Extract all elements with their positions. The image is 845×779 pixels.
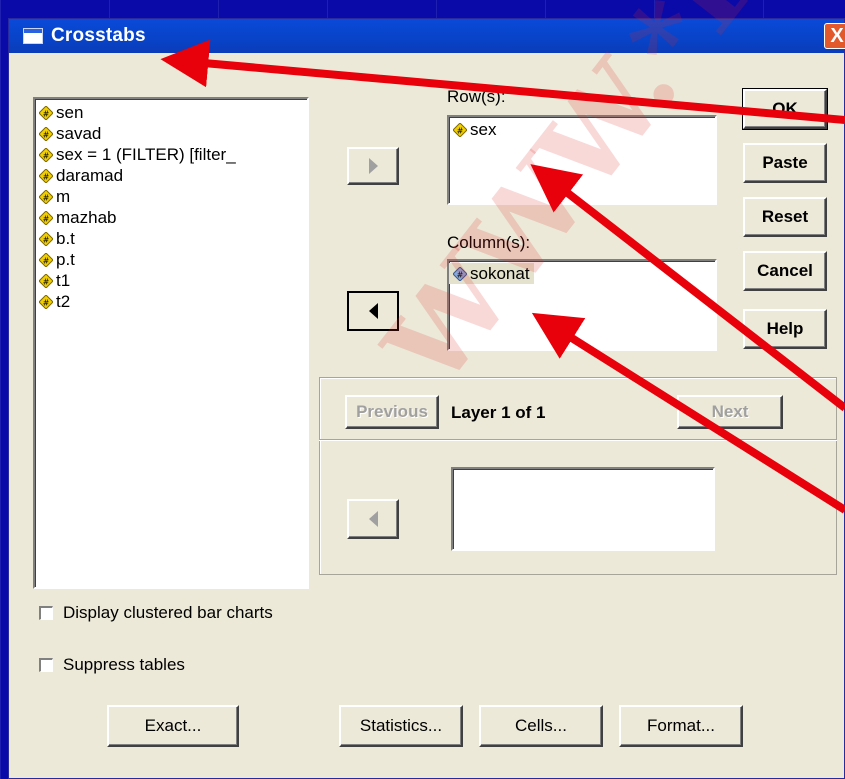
variable-name: t1 bbox=[56, 271, 71, 290]
next-layer-button[interactable]: Next bbox=[677, 395, 783, 429]
window-icon bbox=[23, 28, 43, 44]
variable-name: sokonat bbox=[470, 264, 530, 283]
variable-name: daramad bbox=[56, 166, 124, 185]
variable-name: sen bbox=[56, 103, 84, 122]
statistics-button[interactable]: Statistics... bbox=[339, 705, 463, 747]
scale-variable-icon: # bbox=[39, 127, 53, 141]
svg-text:#: # bbox=[43, 152, 50, 161]
variable-list[interactable]: # sen # savad # sex = 1 (FILTER) [filter_ # dar… bbox=[33, 97, 309, 589]
variable-name: mazhab bbox=[56, 208, 117, 227]
columns-label: Column(s): bbox=[447, 233, 531, 252]
variable-name: m bbox=[56, 187, 71, 206]
arrow-right-icon bbox=[368, 158, 378, 174]
scale-variable-icon: # bbox=[39, 253, 53, 267]
move-from-columns-button[interactable] bbox=[347, 291, 399, 331]
svg-text:#: # bbox=[43, 194, 50, 203]
variable-name: p.t bbox=[56, 250, 75, 269]
variable-name: sex = 1 (FILTER) [filter_ bbox=[56, 145, 236, 164]
svg-text:#: # bbox=[43, 110, 50, 119]
reset-button[interactable]: Reset bbox=[743, 197, 827, 237]
suppress-tables-label: Suppress tables bbox=[63, 655, 185, 674]
svg-text:#: # bbox=[43, 173, 50, 182]
list-item[interactable]: # sokonat bbox=[449, 263, 715, 284]
help-button[interactable]: Help bbox=[743, 309, 827, 349]
svg-text:#: # bbox=[457, 127, 464, 136]
move-to-rows-button[interactable] bbox=[347, 147, 399, 185]
rows-list[interactable]: # sex bbox=[447, 115, 717, 205]
variable-name: b.t bbox=[56, 229, 75, 248]
variable-name: savad bbox=[56, 124, 102, 143]
clustered-bar-charts-label: Display clustered bar charts bbox=[63, 603, 273, 622]
checkbox-box[interactable] bbox=[39, 606, 53, 620]
list-item[interactable]: # savad bbox=[35, 123, 307, 144]
clustered-bar-charts-checkbox[interactable]: Display clustered bar charts bbox=[39, 603, 273, 623]
list-item[interactable]: # sex bbox=[449, 119, 715, 140]
list-item[interactable]: # sen bbox=[35, 102, 307, 123]
svg-text:#: # bbox=[43, 278, 50, 287]
nominal-variable-icon: # bbox=[453, 267, 467, 281]
suppress-tables-checkbox[interactable]: Suppress tables bbox=[39, 655, 185, 675]
arrow-left-icon bbox=[368, 511, 378, 527]
list-item[interactable]: # t2 bbox=[35, 291, 307, 312]
move-to-layer-button[interactable] bbox=[347, 499, 399, 539]
cells-button[interactable]: Cells... bbox=[479, 705, 603, 747]
checkbox-box[interactable] bbox=[39, 658, 53, 672]
svg-text:#: # bbox=[43, 299, 50, 308]
scale-variable-icon: # bbox=[39, 274, 53, 288]
scale-variable-icon: # bbox=[39, 148, 53, 162]
layer-divider bbox=[319, 439, 837, 440]
scale-variable-icon: # bbox=[453, 123, 467, 137]
dialog-title: Crosstabs bbox=[51, 25, 146, 46]
scale-variable-icon: # bbox=[39, 211, 53, 225]
close-button[interactable]: X bbox=[824, 23, 845, 49]
ok-button[interactable]: OK bbox=[742, 88, 828, 130]
svg-text:#: # bbox=[43, 131, 50, 140]
previous-layer-button[interactable]: Previous bbox=[345, 395, 439, 429]
cancel-button[interactable]: Cancel bbox=[743, 251, 827, 291]
variable-name: t2 bbox=[56, 292, 71, 311]
arrow-left-icon bbox=[368, 303, 378, 319]
close-icon: X bbox=[830, 25, 844, 47]
svg-text:#: # bbox=[43, 215, 50, 224]
scale-variable-icon: # bbox=[39, 232, 53, 246]
list-item[interactable]: # m bbox=[35, 186, 307, 207]
scale-variable-icon: # bbox=[39, 295, 53, 309]
exact-button[interactable]: Exact... bbox=[107, 705, 239, 747]
crosstabs-dialog: Crosstabs X # sen # savad # sex = 1 (FILTER) … bbox=[8, 18, 845, 779]
format-button[interactable]: Format... bbox=[619, 705, 743, 747]
layer-list[interactable] bbox=[451, 467, 715, 551]
rows-label: Row(s): bbox=[447, 87, 506, 106]
list-item[interactable]: # p.t bbox=[35, 249, 307, 270]
svg-text:#: # bbox=[457, 271, 464, 280]
list-item[interactable]: # b.t bbox=[35, 228, 307, 249]
scale-variable-icon: # bbox=[39, 106, 53, 120]
variable-name: sex bbox=[470, 120, 497, 139]
title-bar[interactable]: Crosstabs X bbox=[9, 19, 845, 53]
svg-text:#: # bbox=[43, 257, 50, 266]
scale-variable-icon: # bbox=[39, 169, 53, 183]
list-item[interactable]: # sex = 1 (FILTER) [filter_ bbox=[35, 144, 307, 165]
layer-status: Layer 1 of 1 bbox=[451, 403, 546, 422]
paste-button[interactable]: Paste bbox=[743, 143, 827, 183]
list-item[interactable]: # t1 bbox=[35, 270, 307, 291]
svg-text:#: # bbox=[43, 236, 50, 245]
list-item[interactable]: # mazhab bbox=[35, 207, 307, 228]
list-item[interactable]: # daramad bbox=[35, 165, 307, 186]
columns-list[interactable]: # sokonat bbox=[447, 259, 717, 351]
scale-variable-icon: # bbox=[39, 190, 53, 204]
